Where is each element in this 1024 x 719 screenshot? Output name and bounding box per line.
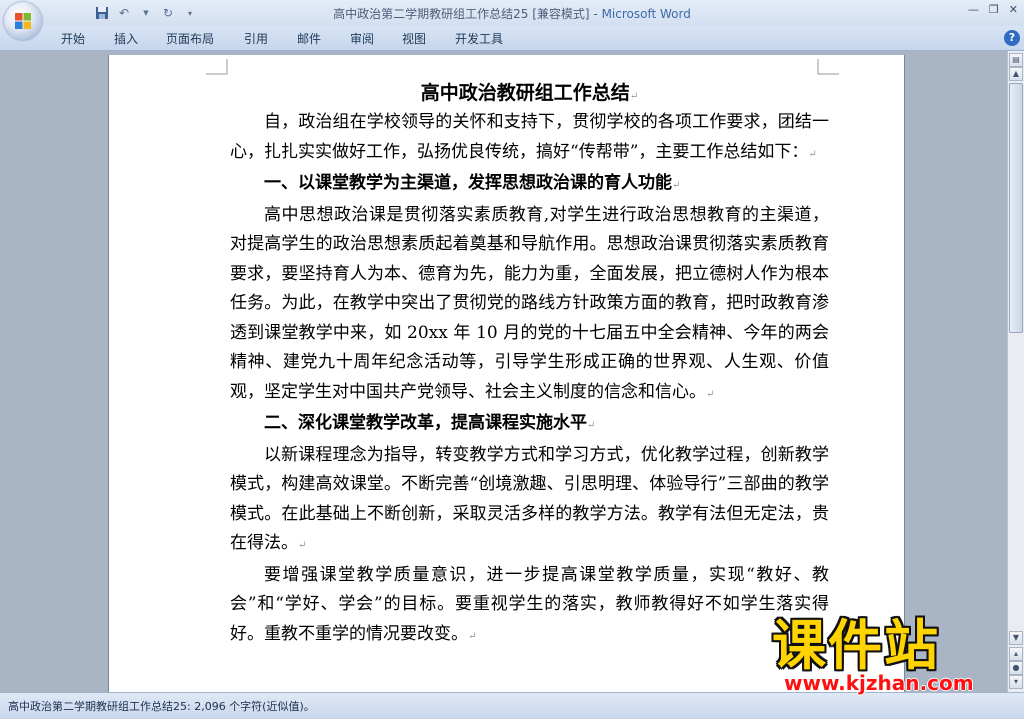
app-name: Microsoft Word <box>601 7 691 21</box>
title-bar: ↶ ▼ ↻ ▾ 高中政治第二学期教研组工作总结25 [兼容模式] - Micro… <box>0 0 1024 26</box>
office-logo-icon <box>15 13 31 29</box>
section-heading-1-text: 一、以课堂教学为主渠道，发挥思想政治课的育人功能 <box>264 173 672 193</box>
tab-insert[interactable]: 插入 <box>114 30 138 47</box>
close-icon[interactable]: ✕ <box>1009 3 1018 16</box>
paragraph-mark: ↵ <box>298 540 307 551</box>
tab-home[interactable]: 开始 <box>61 30 85 47</box>
minimize-icon[interactable]: — <box>968 3 979 16</box>
section-1-paragraph: 高中思想政治课是贯彻落实素质教育,对学生进行政治思想教育的主渠道，对提高学生的政… <box>230 201 829 410</box>
document-page[interactable]: 高中政治教研组工作总结↵ 自，政治组在学校领导的关怀和支持下，贯彻学校的各项工作… <box>109 55 904 692</box>
restore-icon[interactable]: ❐ <box>989 3 999 16</box>
document-title-text: 高中政治教研组工作总结 <box>420 82 630 104</box>
section-heading-2: 二、深化课堂教学改革，提高课程实施水平↵ <box>230 409 829 441</box>
margin-mark-top-left <box>206 59 228 75</box>
scroll-up-icon[interactable]: ▲ <box>1009 67 1023 81</box>
section-heading-1: 一、以课堂教学为主渠道，发挥思想政治课的育人功能↵ <box>230 169 829 201</box>
document-body[interactable]: 高中政治教研组工作总结↵ 自，政治组在学校领导的关怀和支持下，贯彻学校的各项工作… <box>230 78 829 651</box>
ribbon-tab-bar: 开始 插入 页面布局 引用 邮件 审阅 视图 开发工具 ? <box>0 26 1024 51</box>
watermark-url: www.kjzhan.com <box>784 671 974 695</box>
tab-review[interactable]: 审阅 <box>350 30 374 47</box>
watermark: 课件站 www.kjzhan.com <box>772 616 1012 696</box>
paragraph-mark: ↵ <box>468 630 477 642</box>
scrollbar-thumb[interactable] <box>1009 83 1023 333</box>
document-title: 高中政治教研组工作总结↵ <box>230 78 829 108</box>
watermark-logo: 课件站 <box>772 614 940 677</box>
vertical-scrollbar[interactable]: ▤ ▲ ▼ ▴ ● ▾ <box>1007 51 1024 692</box>
paragraph-mark: ↵ <box>808 148 817 160</box>
section-2-text-1: 以新课程理念为指导，转变教学方式和学习方式，优化教学过程，创新教学模式，构建高效… <box>230 444 829 554</box>
section-2-paragraph-2: 要增强课堂教学质量意识，进一步提高课堂教学质量，实现“教好、教会”和“学好、学会… <box>230 561 829 652</box>
section-heading-2-text: 二、深化课堂教学改革，提高课程实施水平 <box>264 413 587 433</box>
window-title: 高中政治第二学期教研组工作总结25 [兼容模式] - Microsoft Wor… <box>0 5 1024 22</box>
title-separator: - <box>589 7 602 21</box>
paragraph-mark: ↵ <box>587 420 596 431</box>
section-2-text-2: 要增强课堂教学质量意识，进一步提高课堂教学质量，实现“教好、教会”和“学好、学会… <box>230 564 829 644</box>
paragraph-mark: ↵ <box>706 388 715 400</box>
help-icon[interactable]: ? <box>1004 30 1020 46</box>
intro-text: 自，政治组在学校领导的关怀和支持下，贯彻学校的各项工作要求，团结一心，扎扎实实做… <box>230 112 829 162</box>
section-1-text: 高中思想政治课是贯彻落实素质教育,对学生进行政治思想教育的主渠道，对提高学生的政… <box>230 204 829 402</box>
margin-mark-top-right <box>817 59 839 75</box>
tab-references[interactable]: 引用 <box>244 30 268 47</box>
tab-view[interactable]: 视图 <box>402 30 426 47</box>
status-text: 高中政治第二学期教研组工作总结25: 2,096 个字符(近似值)。 <box>8 700 315 713</box>
tab-developer[interactable]: 开发工具 <box>455 30 503 47</box>
window-controls: — ❐ ✕ <box>968 3 1018 16</box>
intro-paragraph: 自，政治组在学校领导的关怀和支持下，贯彻学校的各项工作要求，团结一心，扎扎实实做… <box>230 108 829 169</box>
status-bar: 高中政治第二学期教研组工作总结25: 2,096 个字符(近似值)。 <box>0 692 1024 719</box>
document-workspace: 高中政治教研组工作总结↵ 自，政治组在学校领导的关怀和支持下，贯彻学校的各项工作… <box>0 51 1008 692</box>
office-button[interactable] <box>4 2 42 40</box>
tab-mailings[interactable]: 邮件 <box>297 30 321 47</box>
paragraph-mark: ↵ <box>672 180 681 191</box>
paragraph-mark: ↵ <box>629 91 639 102</box>
tab-page-layout[interactable]: 页面布局 <box>166 30 214 47</box>
ruler-toggle-icon[interactable]: ▤ <box>1009 53 1023 67</box>
document-name: 高中政治第二学期教研组工作总结25 [兼容模式] <box>333 7 590 21</box>
section-2-paragraph-1: 以新课程理念为指导，转变教学方式和学习方式，优化教学过程，创新教学模式，构建高效… <box>230 441 829 561</box>
